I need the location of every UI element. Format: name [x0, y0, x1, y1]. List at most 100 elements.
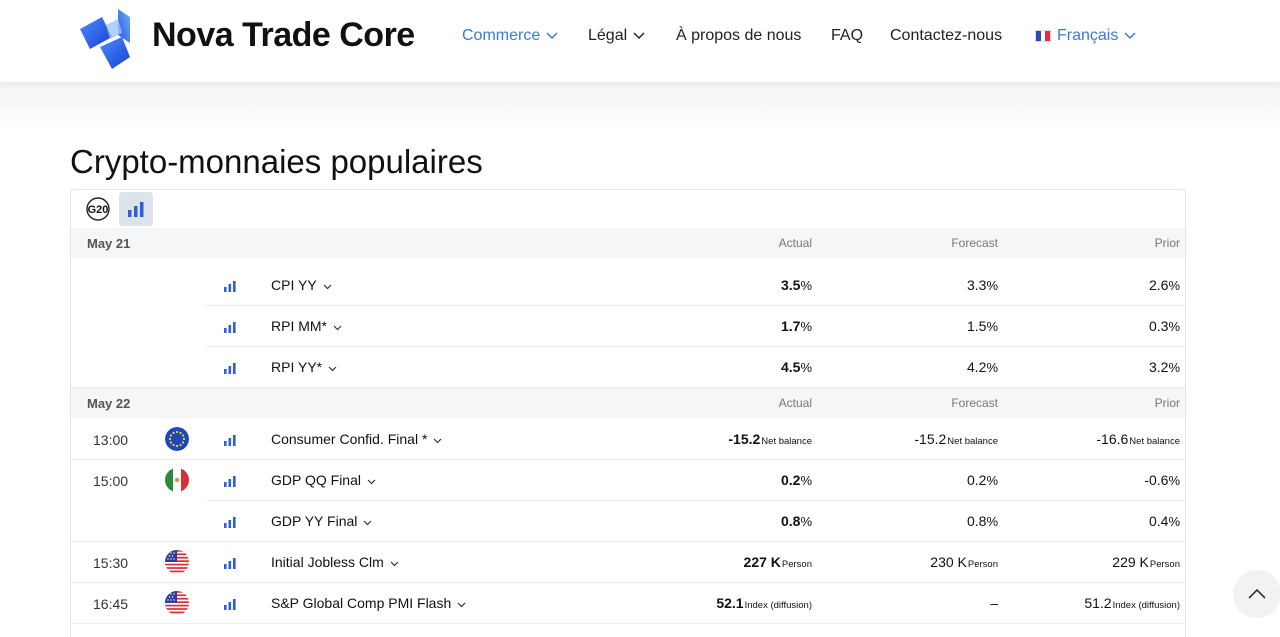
eu-flag-icon: [165, 427, 189, 451]
table-row[interactable]: RPI YY* 4.5% 4.2% 3.2%: [71, 347, 1185, 388]
actual-number: 4.5: [780, 359, 801, 375]
table-row[interactable]: 15:30 Initial Jobless Clm 227 KPerson 230 K…: [71, 542, 1185, 583]
prior-value: 2.6%: [1149, 277, 1180, 293]
nav-commerce[interactable]: Commerce: [462, 27, 558, 45]
event-time: 15:00: [93, 473, 129, 489]
actual-unit: %: [800, 319, 812, 334]
row-divider: [71, 623, 1185, 624]
event-name[interactable]: RPI YY*: [271, 359, 337, 375]
brand-name[interactable]: Nova Trade Core: [152, 16, 415, 55]
prior-value: 3.2%: [1149, 359, 1180, 375]
forecast-unit: %: [986, 319, 998, 334]
actual-value: -15.2Net balance: [728, 431, 812, 447]
table-row[interactable]: CPI YY 3.5% 3.3% 2.6%: [71, 265, 1185, 306]
bar-chart-icon[interactable]: [224, 474, 236, 490]
event-name[interactable]: S&P Global Comp PMI Flash: [271, 595, 466, 611]
prior-number: 0.3: [1148, 318, 1169, 334]
prior-number: 51.2: [1084, 595, 1112, 611]
nav-contact-label: Contactez-nous: [890, 27, 1003, 44]
actual-value: 3.5%: [781, 277, 812, 293]
scroll-to-top-button[interactable]: [1233, 570, 1280, 618]
table-row[interactable]: 15:00 GDP QQ Final 0.2% 0.2% -0.6%: [71, 460, 1185, 501]
bar-chart-icon[interactable]: [224, 361, 236, 377]
date-header-row: May 21 Actual Forecast Prior: [71, 228, 1185, 258]
prior-header: Prior: [1154, 396, 1180, 410]
logo-icon[interactable]: [78, 7, 138, 69]
chevron-up-icon: [1248, 588, 1266, 599]
bar-chart-icon[interactable]: [224, 597, 236, 613]
prior-header: Prior: [1154, 236, 1180, 250]
forecast-unit: %: [986, 514, 998, 529]
actual-unit: %: [800, 360, 812, 375]
nav-faq-label: FAQ: [831, 27, 864, 44]
chart-view-button[interactable]: [119, 192, 153, 226]
event-name[interactable]: GDP YY Final: [271, 513, 372, 529]
actual-header: Actual: [778, 236, 812, 250]
forecast-unit: Net balance: [947, 436, 998, 447]
event-name-label: Consumer Confid. Final *: [271, 431, 428, 447]
prior-unit: Net balance: [1129, 436, 1180, 447]
forecast-number: 0.8: [966, 513, 987, 529]
forecast-number: 3.3: [966, 277, 987, 293]
forecast-value: 3.3%: [967, 277, 998, 293]
event-name[interactable]: Initial Jobless Clm: [271, 554, 399, 570]
prior-number: 0.4: [1148, 513, 1169, 529]
forecast-value: 0.8%: [967, 513, 998, 529]
chevron-down-icon: [367, 472, 376, 488]
date-label: May 22: [87, 396, 131, 411]
actual-unit: %: [800, 514, 812, 529]
prior-number: 2.6: [1148, 277, 1169, 293]
actual-unit: Index (diffusion): [744, 600, 812, 611]
actual-number: 52.1: [716, 595, 744, 611]
forecast-value: 1.5%: [967, 318, 998, 334]
flag-fr-icon: [1035, 30, 1051, 42]
table-row[interactable]: 13:00 Consumer Confid. Final * -15.2Net ba…: [71, 419, 1185, 460]
prior-unit: Person: [1149, 559, 1180, 570]
prior-unit: Index (diffusion): [1112, 600, 1180, 611]
bar-chart-icon[interactable]: [224, 556, 236, 572]
table-row[interactable]: RPI MM* 1.7% 1.5% 0.3%: [71, 306, 1185, 347]
event-name[interactable]: CPI YY: [271, 277, 332, 293]
event-name[interactable]: RPI MM*: [271, 318, 342, 334]
actual-header: Actual: [778, 396, 812, 410]
nav-language[interactable]: Français: [1035, 27, 1136, 45]
nav-about-label: À propos de nous: [676, 27, 802, 44]
g20-label: G20: [88, 204, 109, 216]
forecast-header: Forecast: [951, 236, 998, 250]
table-row[interactable]: 16:45 S&P Global Comp PMI Flash 52.1Index …: [71, 583, 1185, 624]
actual-value: 52.1Index (diffusion): [716, 595, 812, 611]
forecast-value: 0.2%: [967, 472, 998, 488]
event-name-label: CPI YY: [271, 277, 317, 293]
actual-number: 1.7: [780, 318, 801, 334]
prior-unit: %: [1168, 514, 1180, 529]
page-title: Crypto-monnaies populaires: [70, 143, 483, 180]
nav-language-label: Français: [1057, 27, 1119, 44]
chevron-down-icon: [457, 595, 466, 611]
bar-chart-icon[interactable]: [224, 279, 236, 295]
event-name[interactable]: Consumer Confid. Final *: [271, 431, 442, 447]
bar-chart-icon: [128, 202, 144, 217]
nav-faq[interactable]: FAQ: [831, 27, 863, 45]
forecast-header: Forecast: [951, 396, 998, 410]
forecast-unit: Person: [967, 559, 998, 570]
bar-chart-icon[interactable]: [224, 320, 236, 336]
bar-chart-icon[interactable]: [224, 515, 236, 531]
forecast-number: 4.2: [966, 359, 987, 375]
prior-value: 0.4%: [1149, 513, 1180, 529]
forecast-number: 230 K: [930, 554, 967, 570]
prior-unit: %: [1168, 473, 1180, 488]
nav-about[interactable]: À propos de nous: [676, 27, 801, 45]
bar-chart-icon[interactable]: [224, 433, 236, 449]
prior-value: -0.6%: [1144, 472, 1180, 488]
mx-flag-icon: [165, 468, 189, 492]
forecast-number: –: [990, 595, 998, 611]
nav-contact[interactable]: Contactez-nous: [890, 27, 1002, 45]
nav-legal[interactable]: Légal: [588, 27, 645, 45]
actual-unit: %: [800, 278, 812, 293]
prior-number: 3.2: [1148, 359, 1169, 375]
g20-filter-button[interactable]: G20: [81, 192, 115, 226]
event-name[interactable]: GDP QQ Final: [271, 472, 376, 488]
table-row[interactable]: GDP YY Final 0.8% 0.8% 0.4%: [71, 501, 1185, 542]
date-label: May 21: [87, 236, 131, 251]
actual-value: 227 KPerson: [744, 554, 812, 570]
